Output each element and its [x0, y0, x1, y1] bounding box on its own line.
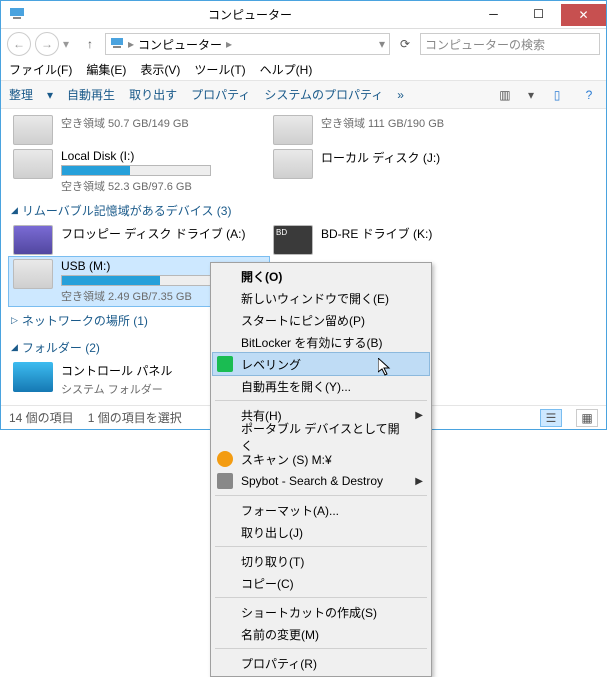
drive-name: BD-RE ドライブ (K:) — [321, 225, 432, 242]
separator — [215, 648, 427, 649]
drive-item[interactable]: 空き領域 50.7 GB/149 GB — [9, 113, 269, 147]
control-panel-icon — [13, 362, 53, 392]
drive-name: Local Disk (I:) — [61, 149, 211, 163]
maximize-button[interactable]: ☐ — [516, 4, 561, 24]
computer-icon — [110, 36, 124, 53]
ctx-open-new-window[interactable]: 新しいウィンドウで開く(E) — [213, 287, 429, 309]
refresh-button[interactable]: ⟳ — [394, 33, 416, 55]
address-bar[interactable]: ▸ コンピューター ▸ ▾ — [105, 33, 390, 55]
context-menu: 開く(O) 新しいウィンドウで開く(E) スタートにピン留め(P) BitLoc… — [210, 262, 432, 677]
submenu-arrow-icon: ▶ — [415, 410, 423, 421]
drive-item-floppy[interactable]: フロッピー ディスク ドライブ (A:) — [9, 223, 269, 257]
drive-name: USB (M:) — [61, 259, 211, 273]
chevron-right-icon[interactable]: ▸ — [226, 37, 232, 51]
ctx-cut[interactable]: 切り取り(T) — [213, 550, 429, 572]
close-button[interactable]: ✕ — [561, 4, 606, 26]
ctx-portable-device[interactable]: ポータブル デバイスとして開く — [213, 426, 429, 448]
ctx-open[interactable]: 開く(O) — [213, 265, 429, 287]
ctx-pin-to-start[interactable]: スタートにピン留め(P) — [213, 309, 429, 331]
view-details-button[interactable]: ☰ — [540, 409, 562, 427]
toolbar-organize[interactable]: 整理 — [9, 86, 33, 103]
menu-tools[interactable]: ツール(T) — [194, 61, 245, 78]
toolbar-overflow[interactable]: » — [397, 88, 404, 102]
hdd-icon — [13, 149, 53, 179]
preview-pane-icon[interactable]: ▯ — [548, 86, 566, 104]
folder-name: コントロール パネル — [61, 362, 172, 379]
menu-view[interactable]: 表示(V) — [140, 61, 180, 78]
minimize-button[interactable]: ─ — [471, 4, 516, 24]
window-title: コンピューター — [29, 6, 471, 23]
capacity-bar — [61, 165, 211, 176]
hdd-icon — [13, 115, 53, 145]
menu-file[interactable]: ファイル(F) — [9, 61, 72, 78]
hdd-icon — [273, 115, 313, 145]
separator — [215, 495, 427, 496]
hdd-icon — [273, 149, 313, 179]
up-button[interactable]: ↑ — [79, 33, 101, 55]
ctx-spybot[interactable]: Spybot - Search & Destroy▶ — [213, 470, 429, 492]
collapse-icon: ◢ — [11, 205, 18, 216]
breadcrumb[interactable]: コンピューター — [138, 36, 222, 53]
floppy-icon — [13, 225, 53, 255]
ctx-eject[interactable]: 取り出し(J) — [213, 521, 429, 543]
address-dropdown-icon[interactable]: ▾ — [379, 37, 385, 51]
drive-sub: 空き領域 2.49 GB/7.35 GB — [61, 288, 211, 304]
separator — [215, 400, 427, 401]
ctx-properties[interactable]: プロパティ(R) — [213, 652, 429, 674]
help-icon[interactable]: ? — [580, 86, 598, 104]
drive-sub: 空き領域 50.7 GB/149 GB — [61, 115, 189, 131]
separator — [215, 597, 427, 598]
spybot-icon — [217, 473, 233, 489]
drive-name: フロッピー ディスク ドライブ (A:) — [61, 225, 246, 242]
back-button[interactable]: ← — [7, 32, 31, 56]
folder-sub: システム フォルダー — [61, 381, 172, 397]
menu-edit[interactable]: 編集(E) — [86, 61, 126, 78]
view-tiles-button[interactable]: ▦ — [576, 409, 598, 427]
usb-drive-icon — [13, 259, 53, 289]
status-selection: 1 個の項目を選択 — [88, 409, 182, 426]
history-dropdown[interactable]: ▾ — [63, 37, 75, 51]
chevron-right-icon: ▸ — [128, 37, 134, 51]
ctx-autoplay[interactable]: 自動再生を開く(Y)... — [213, 375, 429, 397]
ctx-copy[interactable]: コピー(C) — [213, 572, 429, 594]
toolbar-sysproperties[interactable]: システムのプロパティ — [264, 86, 383, 103]
ctx-rename[interactable]: 名前の変更(M) — [213, 623, 429, 645]
toolbar-autoplay[interactable]: 自動再生 — [67, 86, 115, 103]
status-item-count: 14 個の項目 — [9, 409, 74, 426]
drive-sub: 空き領域 111 GB/190 GB — [321, 115, 444, 131]
drive-item[interactable]: ローカル ディスク (J:) — [269, 147, 529, 196]
separator — [215, 546, 427, 547]
scan-icon — [217, 451, 233, 467]
search-placeholder: コンピューターの検索 — [425, 36, 545, 53]
group-header-removable[interactable]: ◢ リムーバブル記憶域があるデバイス (3) — [9, 196, 598, 223]
ctx-create-shortcut[interactable]: ショートカットの作成(S) — [213, 601, 429, 623]
drive-item-bdre[interactable]: BD-RE ドライブ (K:) — [269, 223, 529, 257]
leveling-icon — [217, 356, 233, 372]
ctx-format[interactable]: フォーマット(A)... — [213, 499, 429, 521]
submenu-arrow-icon: ▶ — [415, 476, 423, 487]
drive-item[interactable]: Local Disk (I:) 空き領域 52.3 GB/97.6 GB — [9, 147, 269, 196]
drive-name: ローカル ディスク (J:) — [321, 149, 440, 166]
menu-help[interactable]: ヘルプ(H) — [260, 61, 313, 78]
expand-icon: ▷ — [11, 315, 18, 326]
toolbar-eject[interactable]: 取り出す — [129, 86, 177, 103]
ctx-scan[interactable]: スキャン (S) M:¥ — [213, 448, 429, 470]
computer-icon — [9, 5, 29, 24]
forward-button[interactable]: → — [35, 32, 59, 56]
ctx-bitlocker[interactable]: BitLocker を有効にする(B) — [213, 331, 429, 353]
ctx-leveling[interactable]: レベリング — [213, 353, 429, 375]
capacity-bar — [61, 275, 211, 286]
search-input[interactable]: コンピューターの検索 — [420, 33, 600, 55]
toolbar-properties[interactable]: プロパティ — [191, 86, 250, 103]
drive-sub: 空き領域 52.3 GB/97.6 GB — [61, 178, 211, 194]
drive-item[interactable]: 空き領域 111 GB/190 GB — [269, 113, 529, 147]
bd-icon — [273, 225, 313, 255]
view-options-icon[interactable]: ▥ — [496, 86, 514, 104]
collapse-icon: ◢ — [11, 342, 18, 353]
